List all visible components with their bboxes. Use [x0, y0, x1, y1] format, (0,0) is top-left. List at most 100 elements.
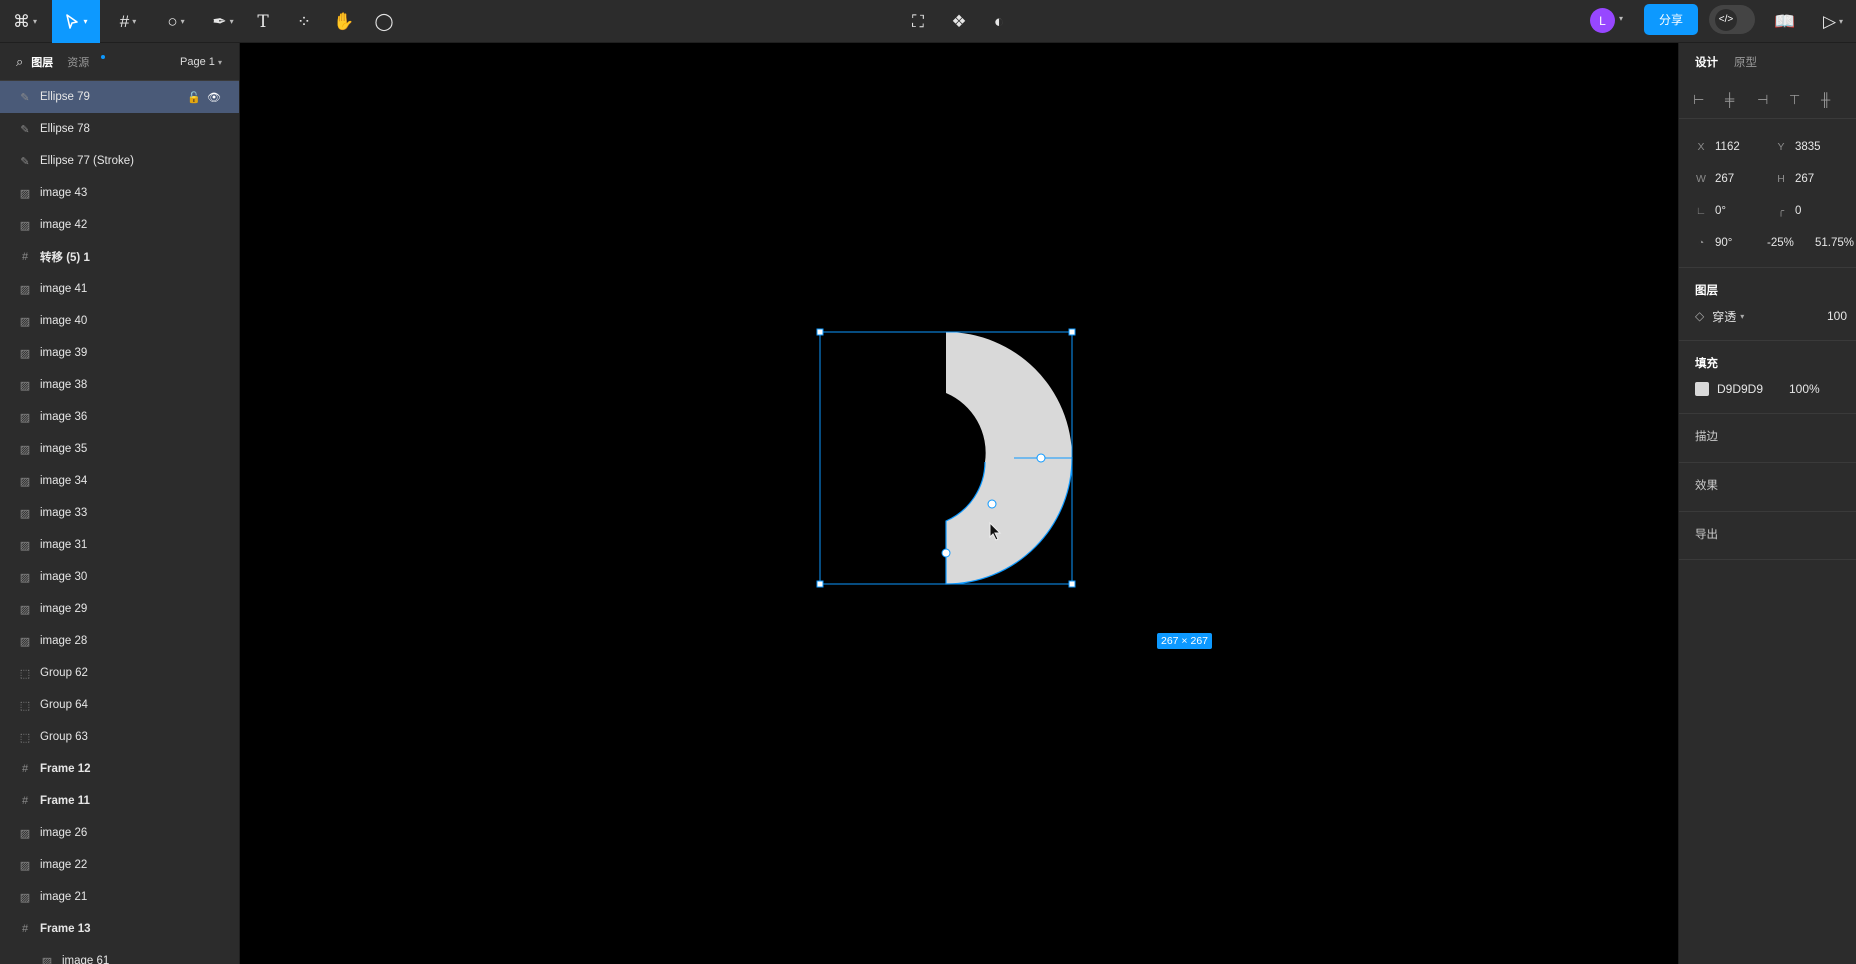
- blend-mode-select[interactable]: 穿透: [1712, 308, 1736, 325]
- layer-row[interactable]: ▨ image 38: [0, 369, 239, 401]
- image-icon: ▨: [19, 571, 31, 584]
- layer-row[interactable]: ✎ Ellipse 78: [0, 113, 239, 145]
- align-top-icon[interactable]: ⊤: [1789, 92, 1821, 108]
- image-icon: ▨: [19, 507, 31, 520]
- share-button[interactable]: 分享: [1644, 4, 1698, 35]
- layer-row[interactable]: ▨ image 30: [0, 561, 239, 593]
- layer-row[interactable]: # Frame 11: [0, 785, 239, 817]
- x-field[interactable]: X 1162: [1695, 141, 1739, 153]
- move-tool-button[interactable]: ▾: [52, 0, 100, 43]
- export-section[interactable]: 导出: [1679, 511, 1856, 560]
- cursor-arrow-icon: [66, 13, 79, 29]
- effects-section-title: 效果: [1695, 480, 1718, 492]
- layer-row[interactable]: ▨ image 33: [0, 497, 239, 529]
- arc-inner-handle[interactable]: [987, 499, 997, 509]
- arc-ratio-field[interactable]: 51.75%: [1815, 237, 1854, 249]
- text-icon: T: [257, 11, 269, 32]
- mask-button[interactable]: ◐: [988, 0, 1010, 43]
- layer-row[interactable]: ▨ image 28: [0, 625, 239, 657]
- layer-row[interactable]: ⬚ Group 63: [0, 721, 239, 753]
- create-component-button[interactable]: ❖: [948, 0, 970, 43]
- arc-sweep-field[interactable]: ◔ 90°: [1695, 237, 1733, 249]
- image-icon: ▨: [19, 603, 31, 616]
- layer-row[interactable]: ▨ image 36: [0, 401, 239, 433]
- layer-name: Group 63: [40, 731, 88, 743]
- arc-ratio-handle[interactable]: [1036, 453, 1046, 463]
- height-field[interactable]: H 267: [1775, 173, 1814, 185]
- layer-row[interactable]: ▨ image 26: [0, 817, 239, 849]
- comment-tool-button[interactable]: ◯: [372, 0, 396, 43]
- main-menu-button[interactable]: ⌘ ▾: [8, 0, 42, 43]
- align-vertical-center-icon[interactable]: ╫: [1821, 92, 1853, 107]
- stroke-section[interactable]: 描边: [1679, 413, 1856, 462]
- arc-start-value: -25%: [1767, 237, 1794, 249]
- chevron-down-icon[interactable]: ▾: [1619, 14, 1623, 23]
- effects-section[interactable]: 效果: [1679, 462, 1856, 511]
- frame-tool-button[interactable]: # ▾: [110, 0, 146, 43]
- layer-opacity-value[interactable]: 100: [1827, 309, 1847, 323]
- tab-design[interactable]: 设计: [1695, 54, 1718, 70]
- layer-row[interactable]: ▨ image 41: [0, 273, 239, 305]
- selected-arc-shape[interactable]: [241, 43, 1677, 964]
- layer-section-title: 图层: [1695, 285, 1718, 297]
- tab-assets[interactable]: 资源: [67, 54, 89, 70]
- eye-visibility-icon[interactable]: 👁: [207, 92, 227, 104]
- fill-section-title: 填充: [1695, 358, 1718, 370]
- tab-layers[interactable]: 图层: [31, 54, 53, 70]
- layer-row[interactable]: ▨ image 39: [0, 337, 239, 369]
- align-right-icon[interactable]: ⊣: [1757, 92, 1789, 108]
- layer-row[interactable]: # Frame 13: [0, 913, 239, 945]
- resources-tool-button[interactable]: ⁘: [293, 0, 315, 43]
- text-tool-button[interactable]: T: [252, 0, 274, 43]
- y-field[interactable]: Y 3835: [1775, 141, 1820, 153]
- page-selector[interactable]: Page 1 ▾: [180, 56, 222, 68]
- layer-row[interactable]: ✎ Ellipse 79 🔓👁: [0, 81, 239, 113]
- arc-icon: ◔: [1697, 237, 1705, 249]
- layer-row[interactable]: ⬚ Group 64: [0, 689, 239, 721]
- layer-row[interactable]: ▨ image 22: [0, 849, 239, 881]
- tab-prototype[interactable]: 原型: [1734, 54, 1757, 70]
- canvas[interactable]: 267 × 267 ▮◆◉⬡3D▚∿☺✎●✓☻▶: [241, 43, 1856, 964]
- shape-tool-button[interactable]: ○ ▾: [158, 0, 194, 43]
- resize-handle-bottom-left[interactable]: [816, 580, 824, 588]
- align-horizontal-center-icon[interactable]: ╪: [1725, 92, 1757, 107]
- align-left-icon[interactable]: ⊢: [1693, 92, 1725, 108]
- dev-mode-toggle[interactable]: </>: [1709, 5, 1755, 34]
- layer-row[interactable]: ▨ image 61: [0, 945, 239, 964]
- layer-row[interactable]: ▨ image 29: [0, 593, 239, 625]
- pen-tool-button[interactable]: ✒ ▾: [205, 0, 241, 43]
- fill-opacity-value[interactable]: 100%: [1789, 382, 1820, 396]
- corner-radius-field[interactable]: ╭ 0: [1775, 205, 1802, 217]
- layer-row[interactable]: ▨ image 40: [0, 305, 239, 337]
- layer-row[interactable]: ▨ image 43: [0, 177, 239, 209]
- fill-color-swatch[interactable]: [1695, 382, 1709, 396]
- layer-name: Frame 13: [40, 923, 91, 935]
- layer-row[interactable]: ▨ image 42: [0, 209, 239, 241]
- resize-handle-top-left[interactable]: [816, 328, 824, 336]
- rotation-field[interactable]: ∟ 0°: [1695, 205, 1726, 217]
- layer-row[interactable]: ▨ image 21: [0, 881, 239, 913]
- layer-row[interactable]: # Frame 12: [0, 753, 239, 785]
- layer-row[interactable]: ▨ image 34: [0, 465, 239, 497]
- search-icon[interactable]: ⌕: [16, 54, 23, 70]
- layer-row[interactable]: ⬚ Group 62: [0, 657, 239, 689]
- arc-sweep-handle[interactable]: [941, 548, 951, 558]
- resize-handle-top-right[interactable]: [1068, 328, 1076, 336]
- crop-button[interactable]: ⛶: [907, 0, 929, 43]
- chevron-down-icon[interactable]: ▾: [1740, 312, 1744, 321]
- arc-start-field[interactable]: -25%: [1767, 237, 1794, 249]
- layer-name: Ellipse 77 (Stroke): [40, 155, 134, 167]
- image-icon: ▨: [19, 315, 31, 328]
- unlock-icon[interactable]: 🔓: [187, 92, 207, 104]
- user-avatar[interactable]: L: [1590, 8, 1615, 33]
- present-button[interactable]: ▷ ▾: [1816, 0, 1850, 43]
- layer-row[interactable]: ▨ image 35: [0, 433, 239, 465]
- layer-row[interactable]: ✎ Ellipse 77 (Stroke): [0, 145, 239, 177]
- layer-row[interactable]: ▨ image 31: [0, 529, 239, 561]
- hand-tool-button[interactable]: ✋: [332, 0, 356, 43]
- width-field[interactable]: W 267: [1695, 173, 1734, 185]
- fill-hex-value[interactable]: D9D9D9: [1717, 382, 1763, 396]
- resize-handle-bottom-right[interactable]: [1068, 580, 1076, 588]
- layer-row[interactable]: # 转移 (5) 1: [0, 241, 239, 273]
- library-button[interactable]: 📖: [1772, 0, 1798, 43]
